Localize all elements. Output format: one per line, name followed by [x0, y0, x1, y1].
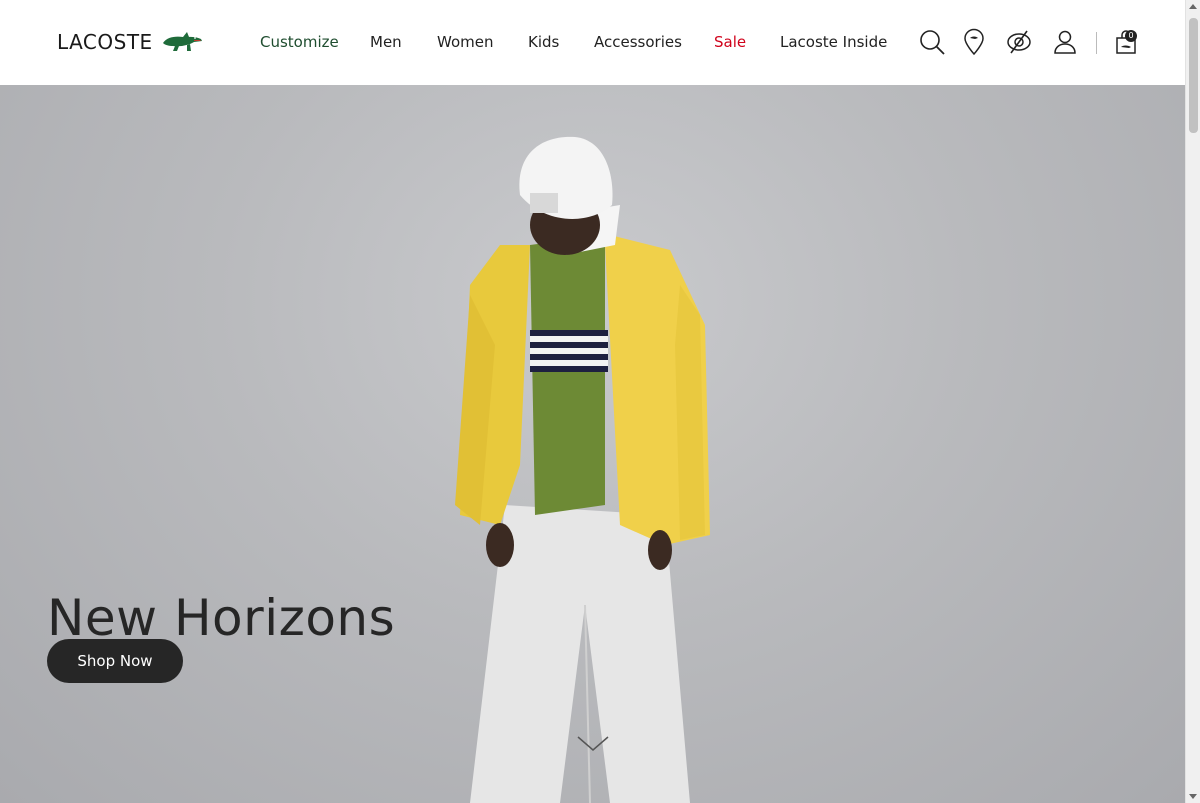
header-divider: [1096, 32, 1097, 54]
hero-banner: New Horizons Shop Now: [0, 85, 1185, 803]
nav-lacoste-inside[interactable]: Lacoste Inside: [780, 33, 887, 51]
hero-model-image: [455, 136, 710, 803]
nav-men[interactable]: Men: [370, 33, 402, 51]
store-locator-icon[interactable]: [960, 28, 988, 56]
logo-text: LACOSTE: [57, 30, 153, 54]
site-header: LACOSTE Customize Men Women Kids Accesso…: [0, 0, 1185, 85]
nav-accessories[interactable]: Accessories: [594, 33, 682, 51]
nav-women[interactable]: Women: [437, 33, 493, 51]
shop-now-button[interactable]: Shop Now: [47, 639, 183, 683]
accessibility-icon[interactable]: [1005, 28, 1033, 56]
scroll-down-chevron-icon[interactable]: [576, 735, 610, 753]
cart-count-badge: 0: [1125, 30, 1137, 42]
account-icon[interactable]: [1051, 28, 1079, 56]
scrollbar-thumb[interactable]: [1189, 18, 1198, 133]
scroll-up-arrow-icon[interactable]: [1189, 4, 1197, 9]
nav-kids[interactable]: Kids: [528, 33, 559, 51]
lacoste-logo[interactable]: LACOSTE: [57, 30, 203, 54]
page-scrollbar[interactable]: [1185, 0, 1200, 803]
scroll-down-arrow-icon[interactable]: [1189, 794, 1197, 799]
hero-title: New Horizons: [47, 588, 396, 647]
nav-customize[interactable]: Customize: [260, 33, 339, 51]
cart-button[interactable]: 0: [1112, 28, 1140, 56]
search-icon[interactable]: [918, 28, 946, 56]
nav-sale[interactable]: Sale: [714, 33, 746, 51]
crocodile-icon: [162, 32, 202, 51]
